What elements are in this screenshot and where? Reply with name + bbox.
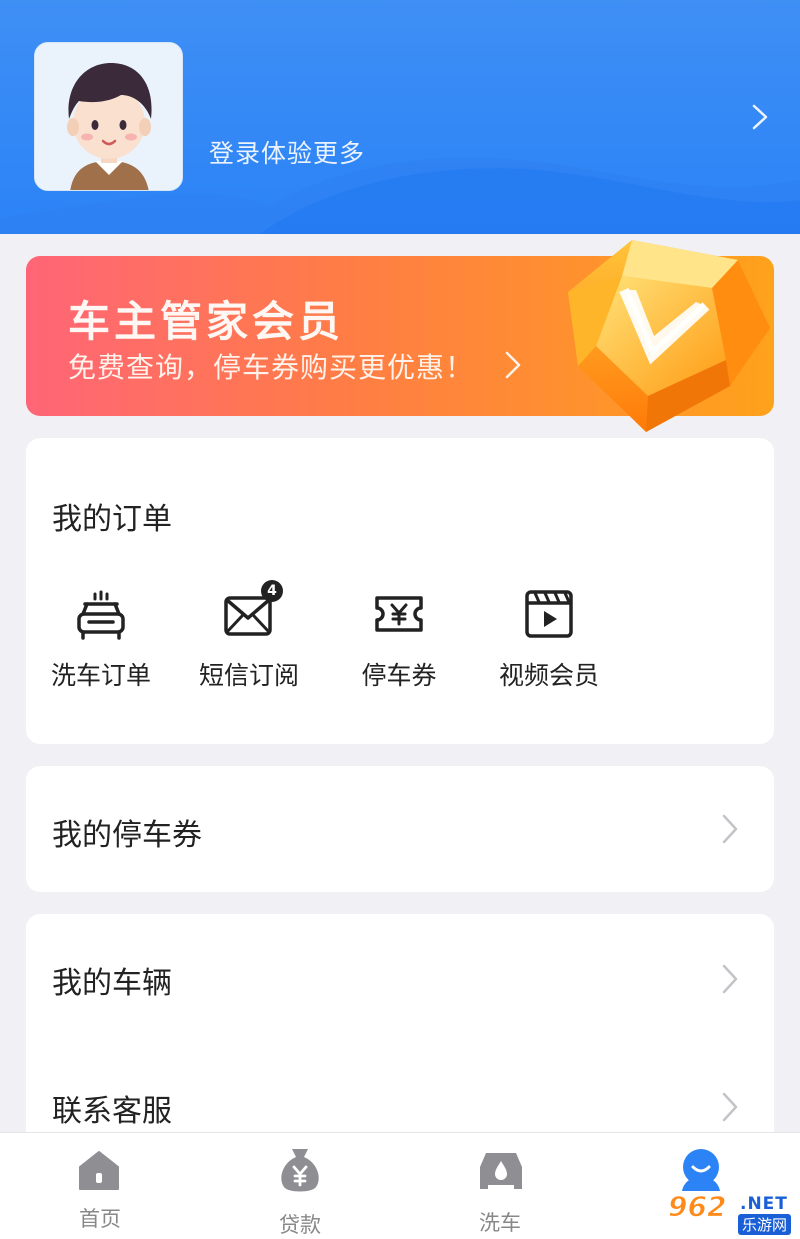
watermark-site: 乐游网 (738, 1214, 792, 1235)
sms-count-badge: 4 (261, 580, 283, 602)
menu-group: 我的车辆 联系客服 (26, 914, 774, 1154)
profile-header[interactable]: 登录体验更多 (0, 0, 800, 234)
tab-loan[interactable]: 贷款 (200, 1133, 400, 1239)
order-parking-ticket[interactable]: 停车券 (324, 586, 474, 692)
my-vehicles-label: 我的车辆 (52, 966, 172, 1001)
money-bag-icon (281, 1149, 319, 1192)
vip-gem-icon: V (562, 236, 770, 432)
tab-car-wash-label: 洗车 (479, 1211, 521, 1235)
vip-membership-banner[interactable]: 车主管家会员 免费查询，停车券购买更优惠！ V (26, 240, 774, 432)
video-play-icon (521, 586, 577, 642)
chevron-right-icon (722, 964, 738, 994)
order-car-wash-label: 洗车订单 (50, 661, 151, 690)
orders-title: 我的订单 (52, 502, 172, 537)
car-wash-icon (73, 586, 129, 642)
envelope-icon: 4 (221, 580, 283, 642)
watermark-brand: 962 (667, 1190, 727, 1224)
customer-service-label: 联系客服 (52, 1094, 172, 1129)
chevron-right-icon[interactable] (748, 100, 772, 134)
chevron-right-icon (505, 351, 521, 379)
order-sms-subscription[interactable]: 4 短信订阅 (174, 580, 324, 692)
avatar[interactable] (34, 42, 183, 191)
tab-home-label: 首页 (79, 1207, 121, 1231)
car-wash-tab-icon (480, 1153, 522, 1189)
orders-card: 我的订单 洗车订单 4 短信订阅 停车券 视频会员 (26, 438, 774, 744)
chevron-right-icon (722, 814, 738, 844)
order-sms-label: 短信订阅 (198, 661, 299, 690)
order-video-membership[interactable]: 视频会员 (474, 586, 624, 692)
tab-car-wash[interactable]: 洗车 (400, 1133, 600, 1239)
menu-row-my-vehicles[interactable]: 我的车辆 (26, 914, 774, 1042)
parking-coupons-label: 我的停车券 (52, 818, 202, 853)
parking-ticket-icon (371, 586, 427, 642)
tab-home[interactable]: 首页 (0, 1133, 200, 1239)
home-icon (79, 1151, 119, 1190)
chevron-right-icon (722, 1092, 738, 1122)
tab-loan-label: 贷款 (279, 1213, 321, 1237)
vip-banner-subtitle: 免费查询，停车券购买更优惠！ (68, 351, 475, 384)
user-avatar-icon (35, 43, 182, 190)
menu-row-parking-coupons[interactable]: 我的停车券 (26, 766, 774, 892)
login-prompt[interactable]: 登录体验更多 (209, 134, 365, 170)
profile-icon (682, 1149, 720, 1191)
order-car-wash[interactable]: 洗车订单 (26, 586, 176, 692)
watermark-suffix: .NET (740, 1194, 788, 1214)
vip-gem-letter: V (562, 236, 563, 237)
order-parking-label: 停车券 (361, 661, 437, 690)
order-video-label: 视频会员 (498, 661, 599, 690)
site-watermark: 962 .NET 乐游网 (664, 1190, 798, 1236)
vip-banner-title: 车主管家会员 (68, 297, 345, 346)
